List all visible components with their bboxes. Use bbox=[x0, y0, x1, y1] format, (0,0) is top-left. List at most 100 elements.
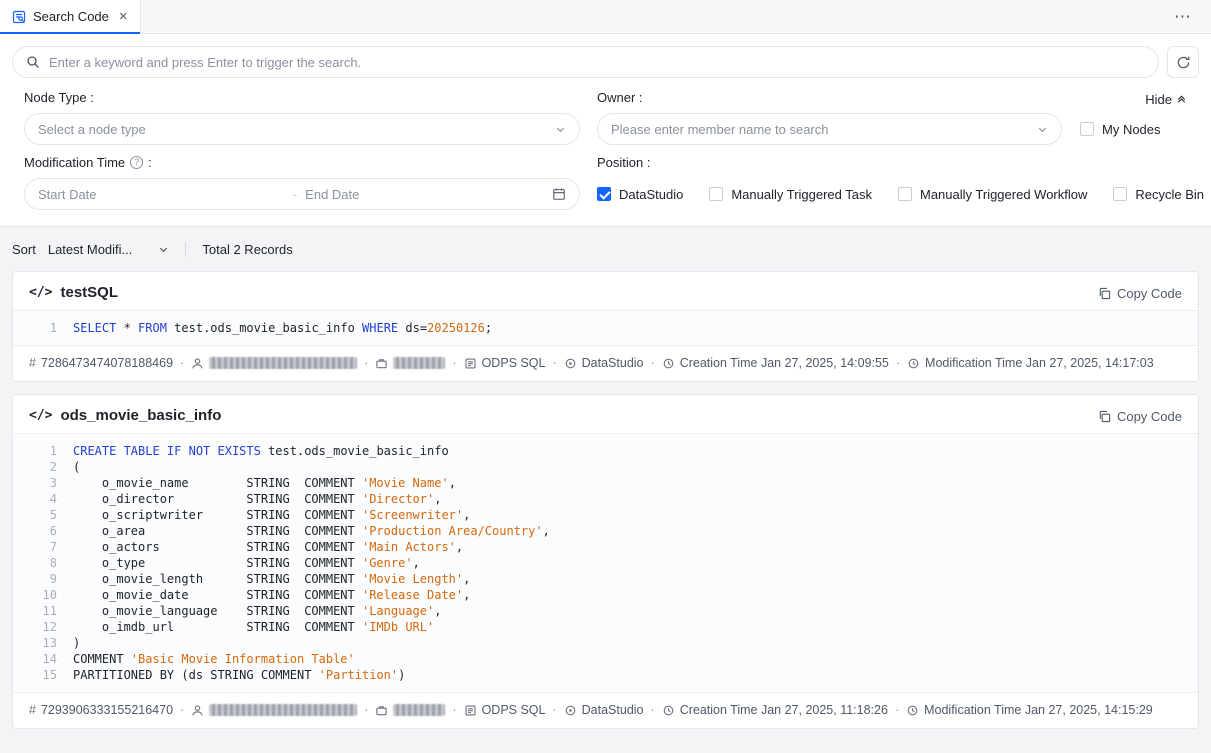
code-line: 1CREATE TABLE IF NOT EXISTS test.ods_mov… bbox=[13, 443, 1198, 459]
line-number: 1 bbox=[13, 443, 73, 459]
line-number: 9 bbox=[13, 571, 73, 587]
tab-label: Search Code bbox=[33, 9, 109, 24]
hide-filters-link[interactable]: Hide bbox=[1145, 92, 1187, 107]
node-type-icon bbox=[464, 357, 477, 370]
code-icon: </> bbox=[29, 408, 52, 423]
code-line: 2( bbox=[13, 459, 1198, 475]
redacted-text bbox=[393, 357, 445, 369]
meta-text: 7293906333155216470 bbox=[41, 703, 173, 717]
meta-text: Creation Time Jan 27, 2025, 11:18:26 bbox=[680, 703, 888, 717]
checkbox-manually-triggered-task[interactable]: Manually Triggered Task bbox=[709, 187, 872, 202]
meta-item: DataStudio bbox=[564, 703, 644, 717]
node-type-icon bbox=[464, 704, 477, 717]
node-title[interactable]: testSQL bbox=[60, 284, 118, 301]
position-label: Position : bbox=[597, 155, 1204, 170]
meta-separator: · bbox=[173, 703, 191, 717]
code-line: 4 o_director STRING COMMENT 'Director', bbox=[13, 491, 1198, 507]
hash-icon: # bbox=[29, 703, 36, 717]
meta-item: DataStudio bbox=[564, 356, 644, 370]
result-card: </> ods_movie_basic_info Copy Code 1CREA… bbox=[12, 394, 1199, 729]
owner-select[interactable]: Please enter member name to search bbox=[597, 113, 1062, 145]
meta-item: #7293906333155216470 bbox=[29, 703, 173, 717]
search-input[interactable]: Enter a keyword and press Enter to trigg… bbox=[12, 46, 1159, 78]
code-text: o_movie_date STRING COMMENT 'Release Dat… bbox=[73, 587, 470, 603]
code-block: 1SELECT * FROM test.ods_movie_basic_info… bbox=[13, 310, 1198, 346]
code-line: 7 o_actors STRING COMMENT 'Main Actors', bbox=[13, 539, 1198, 555]
redacted-text bbox=[393, 704, 445, 716]
meta-item bbox=[375, 704, 445, 717]
user-icon bbox=[191, 357, 204, 370]
meta-item: Modification Time Jan 27, 2025, 14:17:03 bbox=[907, 356, 1154, 370]
search-placeholder: Enter a keyword and press Enter to trigg… bbox=[49, 55, 361, 70]
position-icon bbox=[564, 704, 577, 717]
line-number: 10 bbox=[13, 587, 73, 603]
redacted-text bbox=[209, 357, 357, 369]
workspace-icon bbox=[375, 704, 388, 717]
code-text: o_type STRING COMMENT 'Genre', bbox=[73, 555, 420, 571]
meta-row: #7286473474078188469···ODPS SQL·DataStud… bbox=[13, 346, 1198, 381]
sort-label: Sort bbox=[12, 242, 36, 257]
redacted-text bbox=[209, 704, 357, 716]
meta-item bbox=[191, 357, 357, 370]
checkbox-box[interactable] bbox=[709, 187, 723, 201]
meta-separator: · bbox=[545, 356, 563, 370]
chevron-down-icon bbox=[555, 124, 566, 135]
meta-item bbox=[191, 704, 357, 717]
line-number: 15 bbox=[13, 667, 73, 683]
line-number: 14 bbox=[13, 651, 73, 667]
code-line: 12 o_imdb_url STRING COMMENT 'IMDb URL' bbox=[13, 619, 1198, 635]
meta-separator: · bbox=[545, 703, 563, 717]
sort-row: Sort Latest Modifi... Total 2 Records bbox=[12, 227, 1199, 271]
sort-value: Latest Modifi... bbox=[48, 242, 133, 257]
meta-separator: · bbox=[888, 703, 906, 717]
code-line: 14COMMENT 'Basic Movie Information Table… bbox=[13, 651, 1198, 667]
code-text: o_movie_language STRING COMMENT 'Languag… bbox=[73, 603, 441, 619]
copy-code-button[interactable]: Copy Code bbox=[1098, 286, 1182, 301]
checkbox-recycle-bin[interactable]: Recycle Bin bbox=[1113, 187, 1204, 202]
meta-separator: · bbox=[445, 703, 463, 717]
meta-separator: · bbox=[173, 356, 191, 370]
line-number: 4 bbox=[13, 491, 73, 507]
checkbox-box[interactable] bbox=[597, 187, 611, 201]
code-line: 6 o_area STRING COMMENT 'Production Area… bbox=[13, 523, 1198, 539]
checkbox-box[interactable] bbox=[1080, 122, 1094, 136]
checkbox-datastudio[interactable]: DataStudio bbox=[597, 187, 683, 202]
code-text: COMMENT 'Basic Movie Information Table' bbox=[73, 651, 355, 667]
position-icon bbox=[564, 357, 577, 370]
search-icon bbox=[26, 55, 40, 69]
meta-text: ODPS SQL bbox=[482, 356, 546, 370]
checkbox-manually-triggered-workflow[interactable]: Manually Triggered Workflow bbox=[898, 187, 1087, 202]
checkbox-label: Manually Triggered Task bbox=[731, 187, 872, 202]
node-type-select[interactable]: Select a node type bbox=[24, 113, 580, 145]
meta-text: DataStudio bbox=[582, 356, 644, 370]
chevron-down-icon bbox=[1037, 124, 1048, 135]
node-title[interactable]: ods_movie_basic_info bbox=[60, 407, 221, 424]
line-number: 1 bbox=[13, 320, 73, 336]
code-line: 3 o_movie_name STRING COMMENT 'Movie Nam… bbox=[13, 475, 1198, 491]
meta-text: ODPS SQL bbox=[482, 703, 546, 717]
refresh-button[interactable] bbox=[1167, 46, 1199, 78]
date-range-input[interactable]: Start Date - End Date bbox=[24, 178, 580, 210]
tab-search-code[interactable]: Search Code × bbox=[0, 0, 141, 33]
meta-separator: · bbox=[889, 356, 907, 370]
checkbox-box[interactable] bbox=[898, 187, 912, 201]
copy-code-button[interactable]: Copy Code bbox=[1098, 409, 1182, 424]
more-menu-icon[interactable]: ⋯ bbox=[1156, 0, 1211, 33]
clock-icon bbox=[662, 704, 675, 717]
divider bbox=[185, 242, 186, 257]
code-text: o_movie_length STRING COMMENT 'Movie Len… bbox=[73, 571, 470, 587]
search-row: Enter a keyword and press Enter to trigg… bbox=[0, 34, 1211, 78]
owner-label: Owner : bbox=[597, 90, 1204, 105]
sort-select[interactable]: Latest Modifi... bbox=[48, 242, 170, 257]
date-separator: - bbox=[285, 187, 305, 202]
chevron-down-icon bbox=[158, 244, 169, 255]
meta-item bbox=[375, 357, 445, 370]
calendar-icon bbox=[552, 187, 566, 201]
checkbox-label: Recycle Bin bbox=[1135, 187, 1204, 202]
tab-close-icon[interactable]: × bbox=[119, 9, 128, 24]
checkbox-box[interactable] bbox=[1113, 187, 1127, 201]
help-icon[interactable]: ? bbox=[130, 156, 143, 169]
checkbox-my-nodes[interactable]: My Nodes bbox=[1080, 122, 1161, 137]
code-line: 13) bbox=[13, 635, 1198, 651]
copy-code-label: Copy Code bbox=[1117, 409, 1182, 424]
